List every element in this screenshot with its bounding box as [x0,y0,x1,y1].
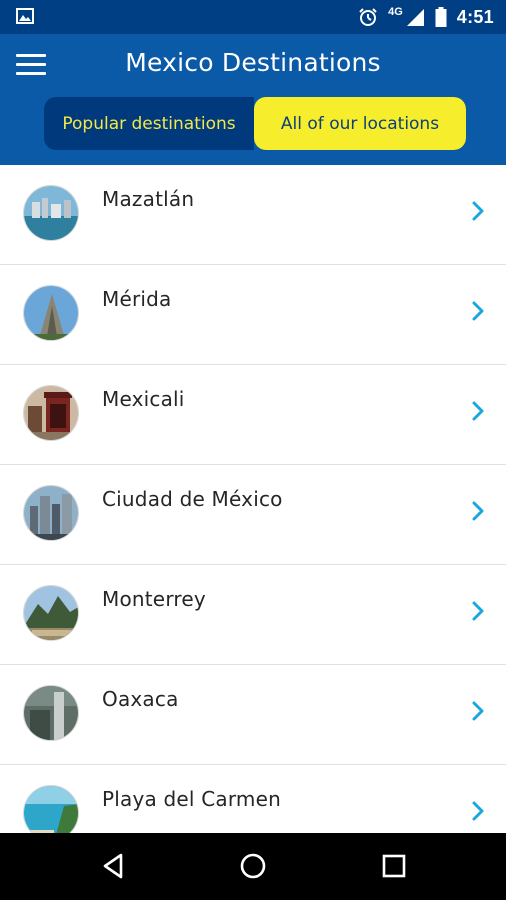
list-item[interactable]: Mérida [0,265,506,365]
destination-name: Mérida [102,287,172,311]
alarm-icon [359,8,377,26]
chevron-right-icon [472,401,484,421]
tab-popular-destinations-label: Popular destinations [62,113,236,134]
destination-thumbnail [23,585,79,641]
destination-thumbnail [23,285,79,341]
home-icon[interactable] [238,851,268,881]
tab-all-locations[interactable]: All of our locations [254,97,466,150]
tab-all-locations-label: All of our locations [280,113,440,134]
chevron-right-icon [472,301,484,321]
network-type-label: 4G [388,6,403,18]
image-icon [16,8,34,24]
destination-name: Mazatlán [102,187,195,211]
list-item[interactable]: Mexicali [0,365,506,465]
destination-name: Monterrey [102,587,206,611]
destination-thumbnail [23,785,79,833]
navigation-bar [0,833,506,900]
list-item[interactable]: Mazatlán [0,165,506,265]
battery-icon [435,7,447,27]
back-icon[interactable] [99,851,129,881]
destination-thumbnail [23,685,79,741]
signal-icon [406,9,424,26]
status-bar: 4G 4:51 [0,0,506,34]
destination-list: Mazatlán Mérida Mexicali Ciudad de Méxic… [0,165,506,833]
chevron-right-icon [472,801,484,821]
destination-thumbnail [23,385,79,441]
list-item[interactable]: Ciudad de México [0,465,506,565]
list-item[interactable]: Playa del Carmen [0,765,506,833]
list-item[interactable]: Oaxaca [0,665,506,765]
destination-name: Playa del Carmen [102,787,281,811]
chevron-right-icon [472,701,484,721]
chevron-right-icon [472,601,484,621]
destination-name: Ciudad de México [102,487,283,511]
tab-popular-destinations[interactable]: Popular destinations [44,97,254,150]
destination-thumbnail [23,185,79,241]
destination-name: Oaxaca [102,687,179,711]
destination-name: Mexicali [102,387,185,411]
list-item[interactable]: Monterrey [0,565,506,665]
destination-thumbnail [23,485,79,541]
chevron-right-icon [472,501,484,521]
status-time: 4:51 [456,6,494,27]
app-bar: Mexico Destinations Popular destinations… [0,34,506,165]
page-title-text: Mexico Destinations [125,48,381,77]
chevron-right-icon [472,201,484,221]
page-title: Mexico Destinations [0,48,506,77]
recents-icon[interactable] [379,851,409,881]
location-tabs: Popular destinations All of our location… [44,97,466,150]
